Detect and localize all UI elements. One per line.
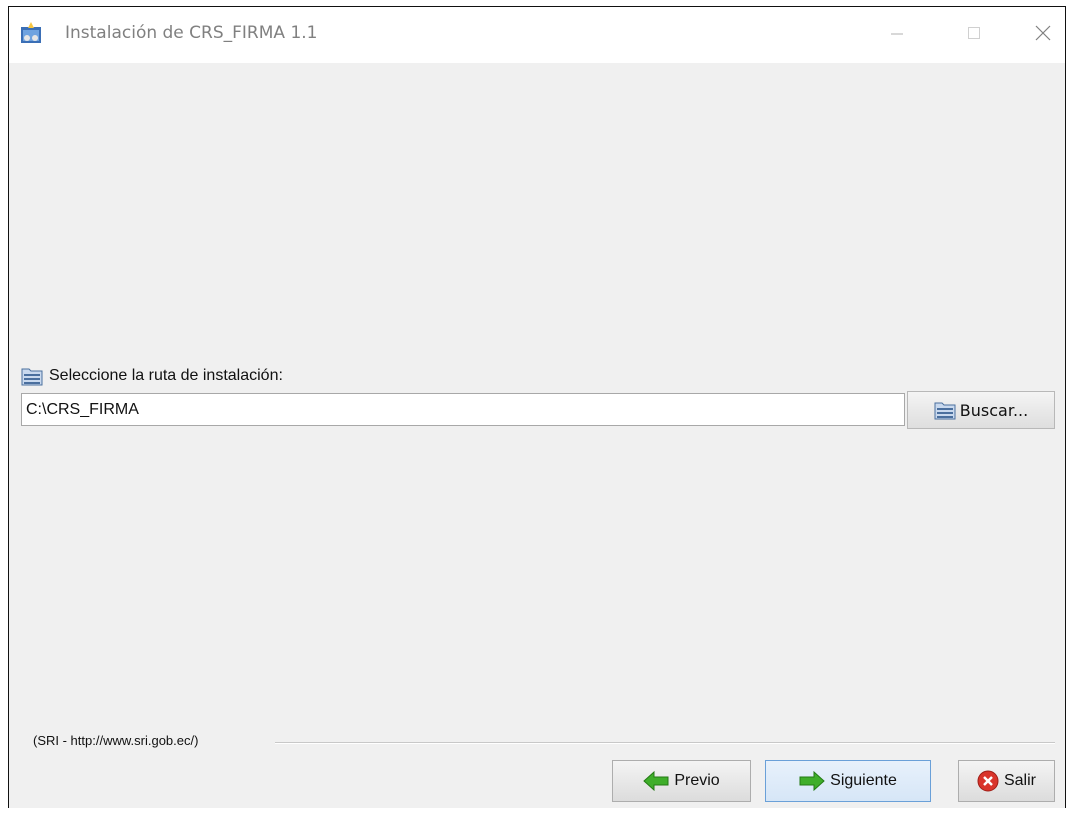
browse-button[interactable]: Buscar...	[907, 391, 1055, 429]
window-title: Instalación de CRS_FIRMA 1.1	[65, 23, 318, 43]
folder-icon	[934, 402, 956, 420]
install-path-input[interactable]	[21, 393, 905, 426]
previous-button-label: Previo	[674, 772, 720, 789]
footer-divider	[275, 742, 1055, 744]
minimize-icon	[891, 33, 903, 35]
install-path-label-row: Seleccione la ruta de instalación:	[21, 362, 283, 390]
install-path-label: Seleccione la ruta de instalación:	[49, 367, 283, 384]
folder-icon	[21, 368, 43, 386]
exit-button-label: Salir	[1003, 772, 1036, 789]
stop-icon	[977, 770, 999, 792]
footer-credit: (SRI - http://www.sri.gob.ec/)	[33, 733, 199, 748]
maximize-button[interactable]	[944, 7, 1004, 59]
browse-button-label: Buscar...	[959, 400, 1029, 420]
minimize-button[interactable]	[867, 7, 927, 59]
close-icon	[1035, 25, 1051, 41]
title-bar[interactable]: Instalación de CRS_FIRMA 1.1	[9, 7, 1065, 63]
next-button-label: Siguiente	[830, 772, 897, 789]
previous-button[interactable]: Previo	[612, 760, 751, 802]
arrow-right-icon	[799, 771, 825, 791]
installer-app-icon	[21, 22, 41, 43]
next-button[interactable]: Siguiente	[765, 760, 931, 802]
close-button[interactable]	[1020, 7, 1066, 59]
installer-window: Instalación de CRS_FIRMA 1.1 Seleccione …	[8, 6, 1066, 808]
arrow-left-icon	[643, 771, 669, 791]
exit-button[interactable]: Salir	[958, 760, 1055, 802]
maximize-icon	[968, 27, 980, 39]
